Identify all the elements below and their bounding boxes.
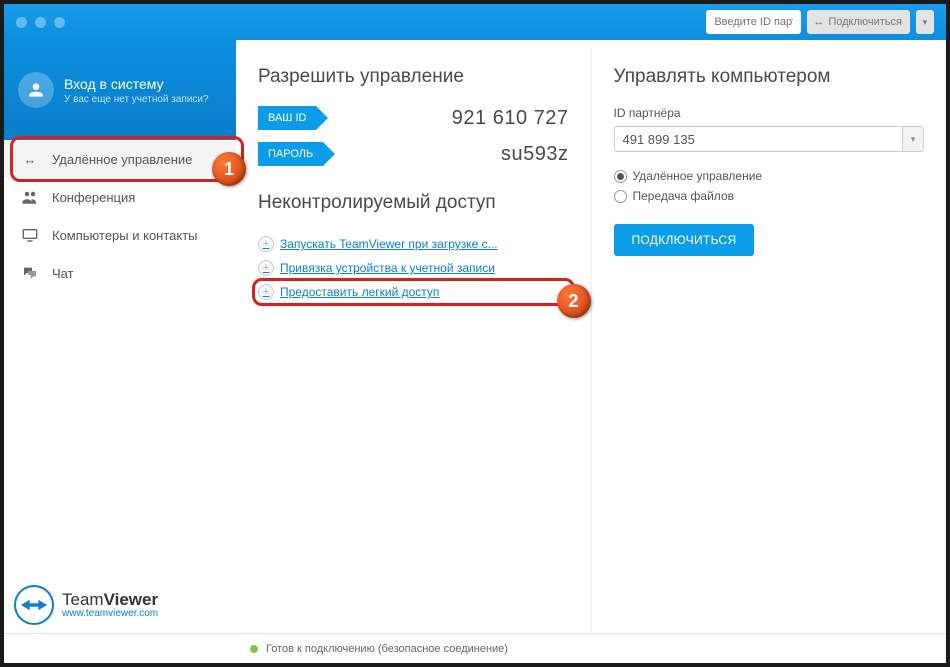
sidebar-item-label: Удалённое управление	[52, 152, 192, 167]
teamviewer-icon	[14, 585, 54, 625]
window-controls	[16, 17, 65, 28]
sidebar-item-contacts[interactable]: Компьютеры и контакты	[4, 216, 236, 254]
maximize-icon[interactable]	[54, 17, 65, 28]
sidebar-item-label: Конференция	[52, 190, 135, 205]
radio-on-icon	[614, 170, 627, 183]
connect-top-label: Подключиться	[828, 16, 902, 28]
connect-top-button[interactable]: ↔ Подключиться	[807, 10, 910, 34]
allow-heading: Разрешить управление	[258, 66, 569, 88]
connect-button[interactable]: ПОДКЛЮЧИТЬСЯ	[614, 224, 755, 256]
allow-control-panel: Разрешить управление ВАШ ID 921 610 727 …	[236, 48, 591, 633]
plus-circle-icon: +	[258, 260, 274, 276]
monitor-icon	[20, 228, 40, 242]
connect-top-dropdown[interactable]: ▾	[916, 10, 934, 34]
annotation-badge-2: 2	[557, 284, 591, 318]
titlebar: ↔ Подключиться ▾	[4, 4, 946, 40]
password-label: ПАРОЛЬ	[258, 142, 323, 166]
status-dot-icon	[250, 645, 258, 653]
brand-url[interactable]: www.teamviewer.com	[62, 609, 158, 620]
app-window: ↔ Подключиться ▾ Вход в систему У вас ещ…	[0, 0, 950, 667]
chat-icon	[20, 266, 40, 280]
your-id-label: ВАШ ID	[258, 106, 316, 130]
grant-easy-access-link[interactable]: + Предоставить легкий доступ	[258, 280, 569, 304]
brand-name: TeamViewer	[62, 591, 158, 609]
link-label: Предоставить легкий доступ	[280, 285, 439, 299]
link-label: Запускать TeamViewer при загрузке с...	[280, 237, 498, 251]
plus-circle-icon: +	[258, 284, 274, 300]
login-block[interactable]: Вход в систему У вас еще нет учетной зап…	[4, 40, 236, 140]
partner-id-label: ID партнёра	[614, 106, 925, 120]
password-value: su593z	[501, 143, 569, 166]
login-subtitle: У вас еще нет учетной записи?	[64, 94, 209, 105]
sidebar-item-conference[interactable]: Конференция	[4, 178, 236, 216]
partner-id-top-input[interactable]	[706, 10, 801, 34]
assign-device-link[interactable]: + Привязка устройства к учетной записи	[258, 256, 569, 280]
status-text: Готов к подключению (безопасное соединен…	[266, 643, 508, 655]
sidebar-item-label: Компьютеры и контакты	[52, 228, 198, 243]
login-title: Вход в систему	[64, 76, 209, 92]
unattended-heading: Неконтролируемый доступ	[258, 192, 569, 214]
radio-file-transfer[interactable]: Передача файлов	[614, 186, 925, 206]
start-on-boot-link[interactable]: + Запускать TeamViewer при загрузке с...	[258, 232, 569, 256]
radio-label: Передача файлов	[633, 189, 735, 203]
people-icon	[20, 190, 40, 204]
radio-off-icon	[614, 190, 627, 203]
radio-remote-control[interactable]: Удалённое управление	[614, 166, 925, 186]
brand-logo: TeamViewer www.teamviewer.com	[14, 585, 158, 625]
sidebar-item-remote[interactable]: ↔ Удалённое управление 1	[4, 140, 236, 178]
control-heading: Управлять компьютером	[614, 66, 925, 88]
status-bar: Готов к подключению (безопасное соединен…	[4, 633, 946, 663]
control-computer-panel: Управлять компьютером ID партнёра ▾ Удал…	[591, 48, 947, 633]
swap-arrows-icon: ↔	[20, 152, 40, 167]
partner-id-dropdown[interactable]: ▾	[902, 126, 924, 152]
minimize-icon[interactable]	[35, 17, 46, 28]
avatar-icon	[18, 72, 54, 108]
sidebar: Вход в систему У вас еще нет учетной зап…	[4, 40, 236, 633]
partner-id-input[interactable]	[614, 126, 903, 152]
plus-circle-icon: +	[258, 236, 274, 252]
link-label: Привязка устройства к учетной записи	[280, 261, 495, 275]
swap-icon: ↔	[813, 16, 824, 28]
radio-label: Удалённое управление	[633, 169, 763, 183]
close-icon[interactable]	[16, 17, 27, 28]
sidebar-item-chat[interactable]: Чат	[4, 254, 236, 292]
sidebar-item-label: Чат	[52, 266, 74, 281]
your-id-value: 921 610 727	[452, 107, 569, 130]
